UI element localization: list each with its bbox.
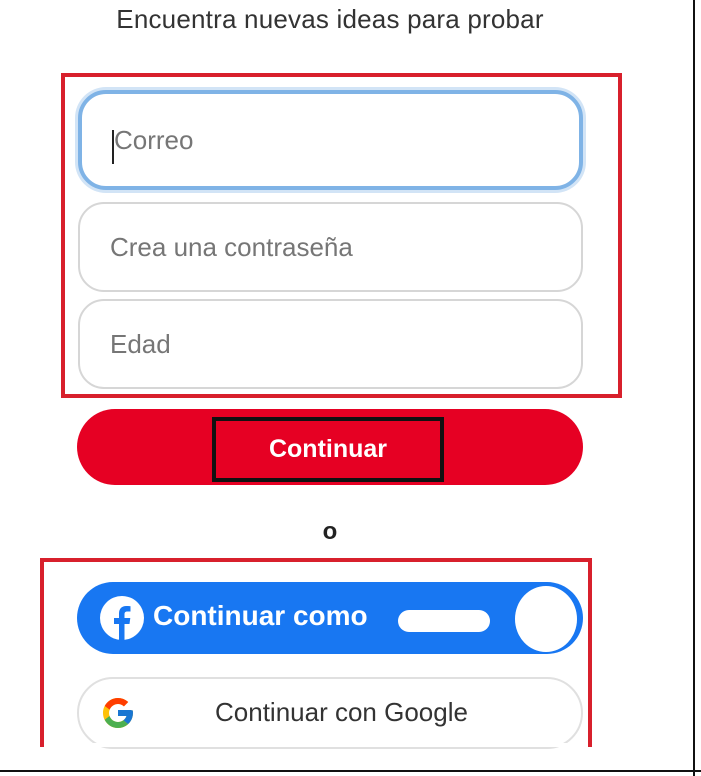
google-button-label[interactable]: Continuar con Google [215,697,468,728]
avatar [515,586,577,652]
password-field-wrapper [78,202,583,292]
age-field-wrapper [78,299,583,389]
page-subtitle: Encuentra nuevas ideas para probar [116,4,544,34]
screenshot-frame-bottom [0,770,701,772]
text-cursor [112,130,114,164]
google-icon [103,698,133,728]
age-input[interactable] [80,301,581,387]
email-input[interactable] [82,94,579,186]
redacted-name [398,610,490,632]
screenshot-frame-right [693,0,695,776]
or-divider: o [322,518,338,545]
facebook-button-label[interactable]: Continuar como [153,600,368,632]
google-button-clip-mask [44,743,588,747]
password-input[interactable] [80,204,581,290]
continue-button-label[interactable]: Continuar [212,417,444,482]
email-field-wrapper [78,90,583,190]
facebook-icon [100,596,144,640]
